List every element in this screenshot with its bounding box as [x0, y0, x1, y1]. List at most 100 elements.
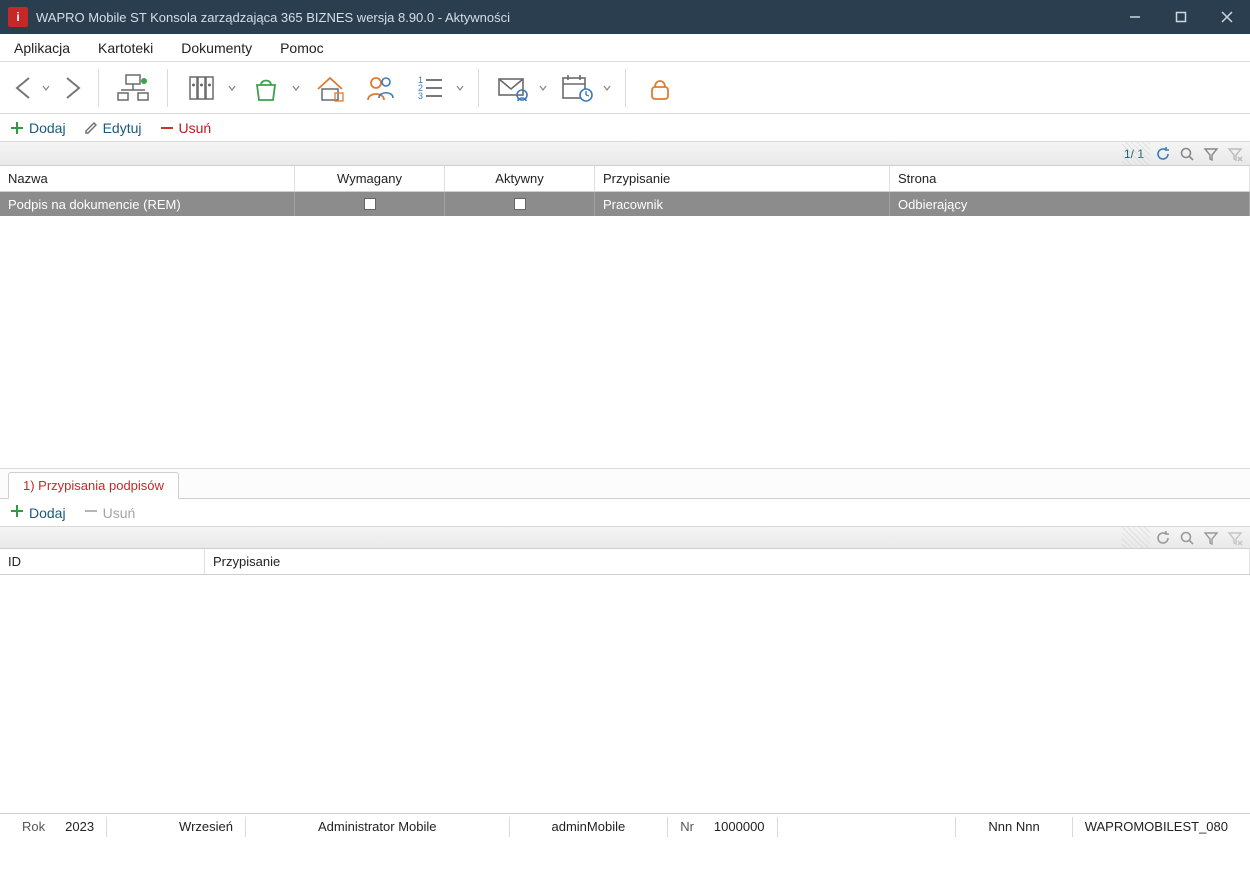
grid-bottom-columns: ID Przypisanie: [0, 549, 1250, 575]
filter-icon[interactable]: [1202, 145, 1220, 163]
app-icon: i: [8, 7, 28, 27]
statusbar: Rok 2023 Wrzesień Administrator Mobile a…: [0, 813, 1250, 839]
grid-top-columns: Nazwa Wymagany Aktywny Przypisanie Stron…: [0, 166, 1250, 192]
add-label-2: Dodaj: [29, 505, 66, 521]
search-icon[interactable]: [1178, 529, 1196, 547]
col-id[interactable]: ID: [0, 549, 205, 574]
status-user: adminMobile: [510, 817, 669, 837]
col-przypisanie[interactable]: Przypisanie: [595, 166, 890, 191]
minus-icon: [84, 504, 98, 521]
menu-dokumenty[interactable]: Dokumenty: [177, 37, 256, 59]
add-button-2[interactable]: Dodaj: [10, 504, 66, 521]
books-icon[interactable]: [180, 68, 224, 108]
calendar-dropdown[interactable]: [601, 84, 613, 92]
cell-nazwa: Podpis na dokumencie (REM): [0, 192, 295, 216]
edit-label: Edytuj: [103, 120, 142, 136]
people-icon[interactable]: [358, 68, 402, 108]
col-strona[interactable]: Strona: [890, 166, 1250, 191]
menu-kartoteki[interactable]: Kartoteki: [94, 37, 157, 59]
grid-top-body: [0, 216, 1250, 469]
col-wymagany[interactable]: Wymagany: [295, 166, 445, 191]
mail-icon[interactable]: [491, 68, 535, 108]
mail-dropdown[interactable]: [537, 84, 549, 92]
nav-back-button[interactable]: [10, 68, 38, 108]
delete-button[interactable]: Usuń: [160, 120, 212, 136]
checkbox-icon[interactable]: [514, 198, 526, 210]
toolbar: 1 2 3: [0, 62, 1250, 114]
cell-aktywny: [445, 192, 595, 216]
numbered-list-icon[interactable]: 1 2 3: [408, 68, 452, 108]
col-przypisanie-2[interactable]: Przypisanie: [205, 549, 1250, 574]
menu-aplikacja[interactable]: Aplikacja: [10, 37, 74, 59]
tabbar: 1) Przypisania podpisów: [0, 469, 1250, 499]
status-code-value: WAPROMOBILEST_080: [1085, 819, 1228, 834]
close-button[interactable]: [1204, 0, 1250, 34]
toolbar-separator: [478, 69, 479, 107]
list-dropdown[interactable]: [454, 84, 466, 92]
minus-icon: [160, 121, 174, 135]
checkbox-icon[interactable]: [364, 198, 376, 210]
status-user-value: adminMobile: [552, 819, 626, 834]
grid-top-strip: 1/ 1: [0, 142, 1250, 166]
titlebar: i WAPRO Mobile ST Konsola zarządzająca 3…: [0, 0, 1250, 34]
delete-button-2: Usuń: [84, 504, 136, 521]
edit-button[interactable]: Edytuj: [84, 120, 142, 136]
status-rok-label: Rok: [22, 819, 45, 834]
resize-handle-icon: [1122, 142, 1150, 166]
toolbar-separator: [167, 69, 168, 107]
status-nr: Nr 1000000: [668, 817, 777, 837]
status-miesiac-value: Wrzesień: [179, 819, 233, 834]
toolbar-separator: [98, 69, 99, 107]
status-code: WAPROMOBILEST_080: [1073, 817, 1240, 837]
status-role: Administrator Mobile: [246, 817, 510, 837]
window-title: WAPRO Mobile ST Konsola zarządzająca 365…: [36, 10, 1112, 25]
nav-forward-button[interactable]: [58, 68, 86, 108]
delete-label: Usuń: [179, 120, 212, 136]
menu-pomoc[interactable]: Pomoc: [276, 37, 328, 59]
books-dropdown[interactable]: [226, 84, 238, 92]
filter-icon[interactable]: [1202, 529, 1220, 547]
refresh-icon[interactable]: [1154, 529, 1172, 547]
minimize-button[interactable]: [1112, 0, 1158, 34]
shopping-dropdown[interactable]: [290, 84, 302, 92]
refresh-icon[interactable]: [1154, 145, 1172, 163]
tab-przypisania[interactable]: 1) Przypisania podpisów: [8, 472, 179, 499]
delete-label-2: Usuń: [103, 505, 136, 521]
actionbar-top: Dodaj Edytuj Usuń: [0, 114, 1250, 142]
grid-bottom-strip: [0, 527, 1250, 549]
calendar-clock-icon[interactable]: [555, 68, 599, 108]
add-button[interactable]: Dodaj: [10, 120, 66, 136]
status-role-value: Administrator Mobile: [318, 819, 437, 834]
house-icon[interactable]: [308, 68, 352, 108]
plus-icon: [10, 121, 24, 135]
status-name: Nnn Nnn: [955, 817, 1072, 837]
resize-handle-icon: [1122, 527, 1150, 549]
grid-bottom-body: [0, 575, 1250, 813]
pencil-icon: [84, 121, 98, 135]
svg-text:3: 3: [418, 91, 423, 101]
clear-filter-icon[interactable]: [1226, 145, 1244, 163]
search-icon[interactable]: [1178, 145, 1196, 163]
col-aktywny[interactable]: Aktywny: [445, 166, 595, 191]
cell-przypisanie: Pracownik: [595, 192, 890, 216]
nav-back-dropdown[interactable]: [40, 84, 52, 92]
status-rok: Rok 2023: [10, 817, 107, 837]
add-label: Dodaj: [29, 120, 66, 136]
menubar: Aplikacja Kartoteki Dokumenty Pomoc: [0, 34, 1250, 62]
lock-icon[interactable]: [638, 68, 682, 108]
shopping-bag-icon[interactable]: [244, 68, 288, 108]
status-name-value: Nnn Nnn: [988, 819, 1039, 834]
status-nr-label: Nr: [680, 819, 694, 834]
toolbar-separator: [625, 69, 626, 107]
cell-wymagany: [295, 192, 445, 216]
maximize-button[interactable]: [1158, 0, 1204, 34]
status-nr-value: 1000000: [714, 819, 765, 834]
clear-filter-icon[interactable]: [1226, 529, 1244, 547]
plus-icon: [10, 504, 24, 521]
status-miesiac: Wrzesień: [107, 817, 246, 837]
table-row[interactable]: Podpis na dokumencie (REM) Pracownik Odb…: [0, 192, 1250, 216]
cell-strona: Odbierający: [890, 192, 1250, 216]
network-icon[interactable]: [111, 68, 155, 108]
actionbar-bottom: Dodaj Usuń: [0, 499, 1250, 527]
col-nazwa[interactable]: Nazwa: [0, 166, 295, 191]
